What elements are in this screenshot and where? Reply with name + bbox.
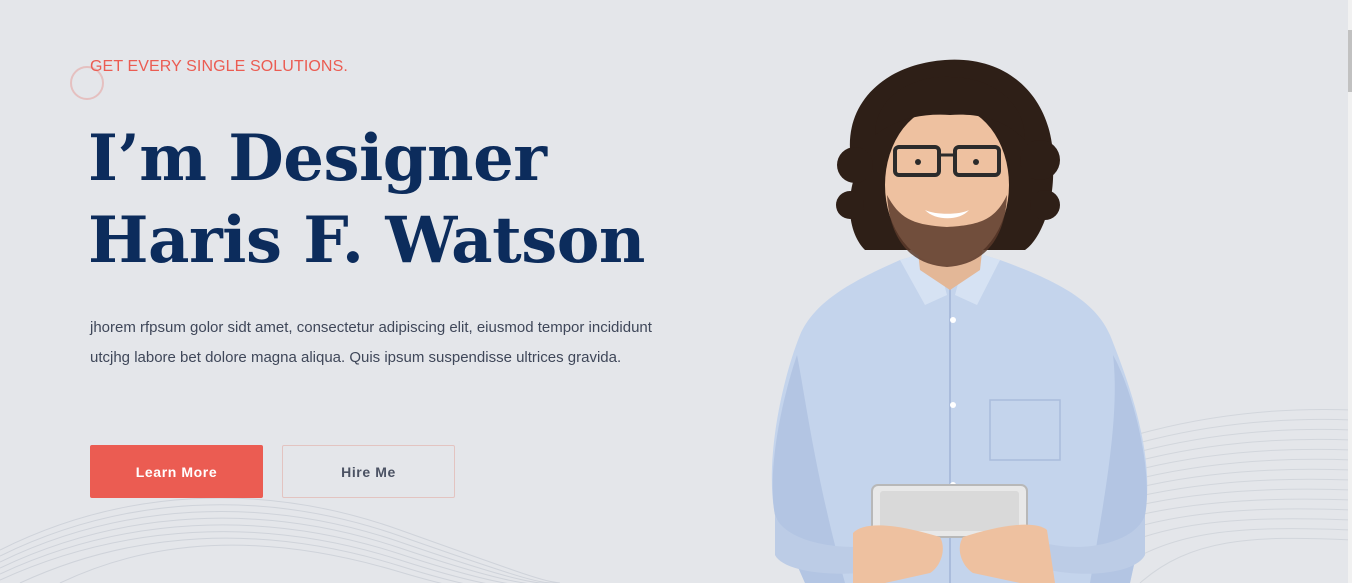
hire-me-button[interactable]: Hire Me xyxy=(282,445,455,498)
hero-description: jhorem rfpsum golor sidt amet, consectet… xyxy=(90,319,652,366)
hero-headline: I’m Designer Haris F. Watson xyxy=(88,118,645,282)
portrait-image xyxy=(771,59,1148,583)
wave-lines-left xyxy=(0,497,560,583)
headline-line-1: I’m Designer xyxy=(88,121,547,196)
hero-tagline: GET EVERY SINGLE SOLUTIONS. xyxy=(90,58,348,75)
scrollbar-thumb[interactable] xyxy=(1348,30,1352,92)
learn-more-button[interactable]: Learn More xyxy=(90,445,263,498)
headline-line-2: Haris F. Watson xyxy=(88,203,645,278)
page-scrollbar[interactable] xyxy=(1348,0,1352,583)
hero-section: GET EVERY SINGLE SOLUTIONS. I’m Designer… xyxy=(0,0,1352,583)
